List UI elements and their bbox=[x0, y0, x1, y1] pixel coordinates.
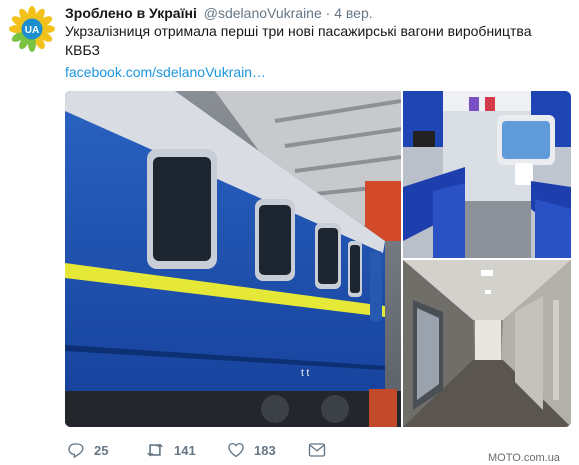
avatar-initials: UA bbox=[25, 25, 39, 36]
author-name[interactable]: Зроблено в Україні bbox=[65, 5, 197, 21]
reply-count: 25 bbox=[94, 442, 109, 458]
corridor-interior-image bbox=[403, 260, 571, 427]
envelope-icon bbox=[308, 443, 326, 457]
watermark: MOTO.com.ua bbox=[488, 452, 560, 464]
avatar[interactable]: UA bbox=[9, 6, 55, 52]
tweet-actions: 25 141 183 bbox=[65, 438, 365, 462]
tweet-link[interactable]: facebook.com/sdelanoVukrain… bbox=[65, 63, 266, 82]
heart-icon bbox=[228, 442, 244, 458]
compartment-interior-image bbox=[403, 91, 571, 258]
retweet-button[interactable]: 141 bbox=[145, 438, 196, 462]
photo-grid: t t bbox=[65, 91, 571, 427]
tweet-text-line-2: КВБЗ bbox=[65, 42, 100, 58]
tweet-timestamp[interactable]: 4 вер. bbox=[334, 5, 372, 21]
photo-railcar-exterior[interactable]: t t bbox=[65, 91, 401, 427]
photo-corridor-interior[interactable] bbox=[403, 260, 571, 427]
tweet-card: UA Зроблено в Україні @sdelanoVukraine ·… bbox=[0, 0, 579, 465]
car-side-lettering: t t bbox=[301, 368, 310, 379]
photo-compartment-interior[interactable] bbox=[403, 91, 571, 258]
tweet-text: Укрзалізниця отримала перші три нові пас… bbox=[65, 22, 565, 60]
retweet-icon bbox=[146, 443, 164, 457]
reply-icon bbox=[68, 443, 84, 459]
sunflower-logo-icon: UA bbox=[9, 6, 55, 52]
like-count: 183 bbox=[254, 442, 276, 458]
railcar-exterior-image: t t bbox=[65, 91, 401, 427]
header-separator: · bbox=[325, 5, 331, 21]
author-handle[interactable]: @sdelanoVukraine bbox=[204, 5, 322, 21]
reply-button[interactable]: 25 bbox=[67, 438, 108, 462]
like-button[interactable]: 183 bbox=[227, 438, 276, 462]
retweet-count: 141 bbox=[174, 442, 196, 458]
tweet-header: Зроблено в Україні @sdelanoVukraine · 4 … bbox=[65, 4, 373, 22]
tweet-text-line-1: Укрзалізниця отримала перші три нові пас… bbox=[65, 23, 532, 39]
message-button[interactable] bbox=[308, 438, 326, 462]
